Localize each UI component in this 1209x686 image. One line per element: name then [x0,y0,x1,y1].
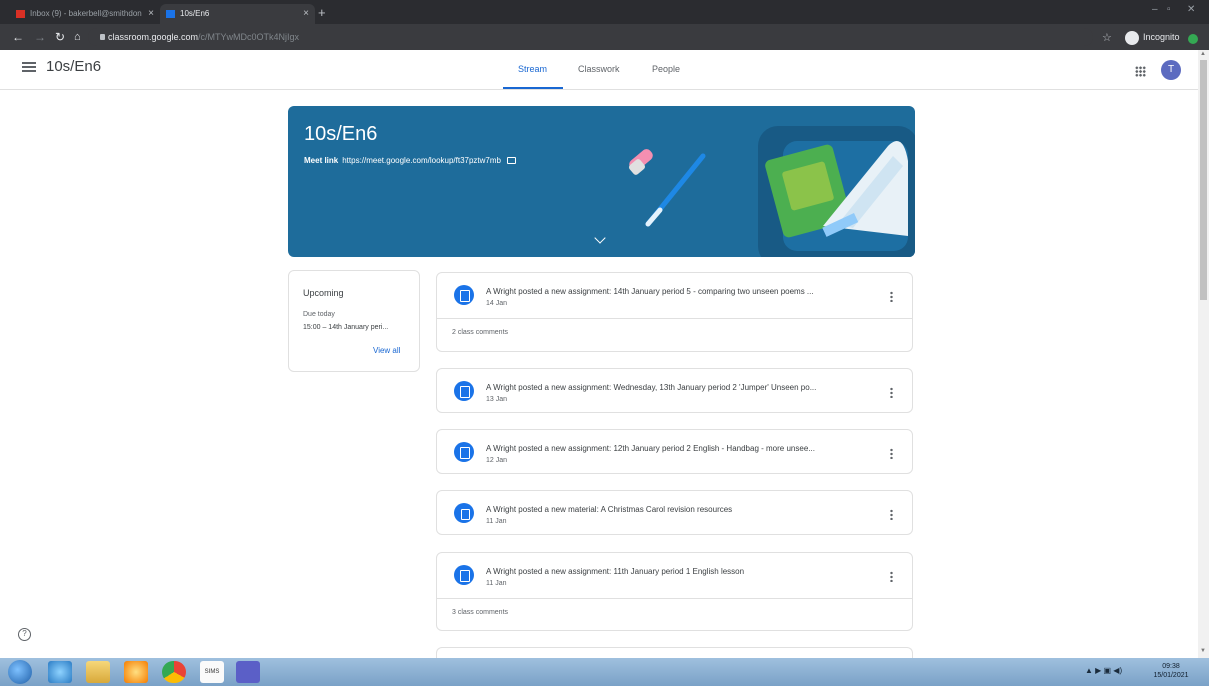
clock-time: 09:38 [1162,663,1180,670]
windows-taskbar: SIMS ▲ ▶ ▣ ◀) 09:38 15/01/2021 [0,658,1209,686]
main-menu-icon[interactable] [22,62,36,72]
tab-classwork[interactable]: Classwork [578,62,620,76]
media-player-icon[interactable] [124,661,148,683]
upcoming-item[interactable]: 15:00 – 14th January peri... [303,324,388,331]
class-comments-link[interactable]: 3 class comments [452,609,508,616]
more-options-icon[interactable] [890,571,893,582]
close-window-icon[interactable]: ✕ [1187,4,1195,15]
stream-post[interactable]: A Wright posted a new assignment: Wednes… [436,368,913,413]
url-host: classroom.google.com [108,32,199,42]
view-all-link[interactable]: View all [373,346,400,355]
backpack-illustration [629,126,915,257]
assignment-icon [454,381,474,401]
start-button[interactable] [8,660,32,684]
post-title[interactable]: A Wright posted a new assignment: Wednes… [486,383,876,393]
material-icon [454,503,474,523]
minimize-icon[interactable]: – [1152,4,1158,15]
scroll-up-icon[interactable]: ▲ [1200,51,1206,57]
lock-icon [100,34,105,40]
bookmark-star-icon[interactable]: ☆ [1102,31,1112,44]
back-icon[interactable]: ← [12,28,24,46]
help-icon[interactable]: ? [18,628,31,641]
post-title[interactable]: A Wright posted a new material: A Christ… [486,505,876,515]
meet-link: Meet link https://meet.google.com/lookup/… [304,155,516,167]
post-date: 11 Jan [486,518,507,525]
home-icon[interactable]: ⌂ [74,28,81,46]
post-title[interactable]: A Wright posted a new assignment: 11th J… [486,567,876,577]
stream-post[interactable]: A Wright posted a new assignment: 12th J… [436,429,913,474]
tab-label: Inbox (9) - bakerbell@smithdon [30,9,142,18]
post-date: 13 Jan [486,396,508,403]
extension-icon[interactable] [1188,34,1198,44]
stream-post-partial[interactable] [436,647,913,658]
assignment-icon [454,442,474,462]
taskbar-clock[interactable]: 09:38 15/01/2021 [1151,662,1191,680]
upcoming-title: Upcoming [303,288,344,298]
gmail-icon [16,10,25,18]
file-explorer-icon[interactable] [86,661,110,683]
forward-icon[interactable]: → [34,28,46,46]
more-options-icon[interactable] [890,291,893,302]
class-banner: 10s/En6 Meet link https://meet.google.com… [288,106,915,257]
tab-inbox[interactable]: Inbox (9) - bakerbell@smithdon × [10,4,160,24]
class-comments-link[interactable]: 2 class comments [452,329,508,336]
divider [437,598,912,599]
scroll-down-icon[interactable]: ▼ [1200,648,1206,654]
meet-url[interactable]: https://meet.google.com/lookup/ft37pztw7… [342,156,501,165]
classroom-header: 10s/En6 Stream Classwork People T [0,50,1198,90]
stream-post[interactable]: A Wright posted a new assignment: 11th J… [436,552,913,631]
avatar[interactable]: T [1161,60,1181,80]
more-options-icon[interactable] [890,448,893,459]
more-options-icon[interactable] [890,387,893,398]
classroom-icon [166,10,175,18]
close-icon[interactable]: × [303,4,309,24]
incognito-icon [1125,30,1139,45]
url-path: /c/MTYwMDc0OTk4NjIgx [198,32,300,42]
stream-post[interactable]: A Wright posted a new assignment: 14th J… [436,272,913,352]
banner-title[interactable]: 10s/En6 [304,122,377,146]
stream-post[interactable]: A Wright posted a new material: A Christ… [436,490,913,535]
incognito-label: Incognito [1143,32,1180,42]
teams-icon[interactable] [236,661,260,683]
post-date: 12 Jan [486,457,508,464]
browser-toolbar: ← → ↻ ⌂ classroom.google.com/c/MTYwMDc0O… [0,24,1209,50]
class-name[interactable]: 10s/En6 [46,58,101,76]
new-tab-button[interactable]: + [318,5,326,21]
video-camera-icon[interactable] [507,157,516,165]
browser-tab-bar: Inbox (9) - bakerbell@smithdon × 10s/En6… [0,0,1209,24]
incognito-indicator[interactable]: Incognito [1125,30,1180,45]
post-date: 11 Jan [486,580,507,587]
scroll-thumb[interactable] [1200,60,1207,300]
page-scrollbar[interactable]: ▲ ▼ [1198,50,1209,658]
system-tray-icons[interactable]: ▲ ▶ ▣ ◀) [1085,666,1122,675]
clock-date: 15/01/2021 [1153,672,1189,679]
internet-explorer-icon[interactable] [48,661,72,683]
tab-stream[interactable]: Stream [518,62,547,76]
post-title[interactable]: A Wright posted a new assignment: 12th J… [486,444,876,454]
tab-label: 10s/En6 [180,9,210,18]
assignment-icon [454,565,474,585]
chevron-down-icon[interactable] [594,232,606,244]
upcoming-panel: Upcoming Due today 15:00 – 14th January … [288,270,420,372]
post-title[interactable]: A Wright posted a new assignment: 14th J… [486,287,876,297]
assignment-icon [454,285,474,305]
more-options-icon[interactable] [890,509,893,520]
tab-classroom[interactable]: 10s/En6 × [160,4,315,24]
active-tab-indicator [503,87,563,89]
tab-people[interactable]: People [652,62,680,76]
sims-icon[interactable]: SIMS [200,661,224,683]
apps-grid-icon[interactable] [1135,66,1146,77]
restore-icon[interactable]: ▫ [1167,4,1171,15]
address-bar[interactable]: classroom.google.com/c/MTYwMDc0OTk4NjIgx [88,28,1093,46]
post-date: 14 Jan [486,300,508,307]
chrome-icon[interactable] [162,661,186,683]
meet-label: Meet link [304,156,339,165]
reload-icon[interactable]: ↻ [55,28,65,46]
close-icon[interactable]: × [148,4,154,24]
divider [437,318,912,319]
upcoming-due: Due today [303,311,335,318]
